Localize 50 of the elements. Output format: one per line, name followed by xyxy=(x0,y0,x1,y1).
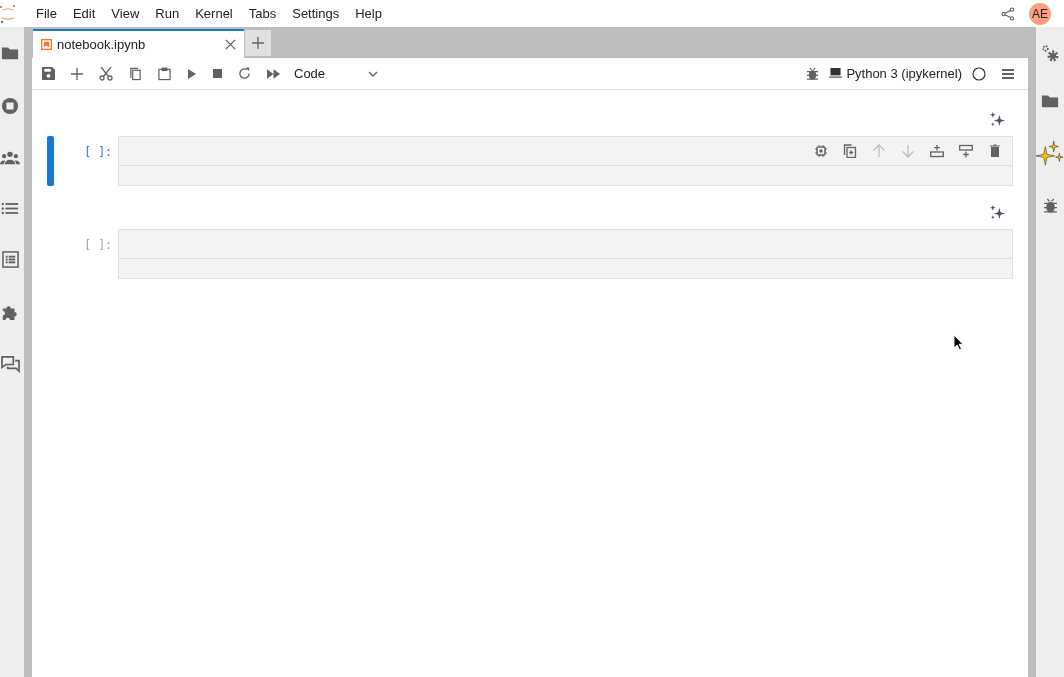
copy-icon[interactable] xyxy=(129,66,142,81)
cell-type-dropdown[interactable]: Code xyxy=(294,66,378,81)
clipboard-icon[interactable] xyxy=(158,66,171,81)
chat-icon[interactable] xyxy=(0,356,20,373)
notebook-icon xyxy=(41,39,52,50)
menu-item[interactable]: View xyxy=(103,6,148,21)
new-tab-button[interactable] xyxy=(245,30,271,56)
menu-icon[interactable] xyxy=(1002,68,1014,79)
cell-prompt: [ ]: xyxy=(83,237,113,252)
users-icon[interactable] xyxy=(0,150,20,166)
table-of-contents-icon[interactable] xyxy=(1,251,19,268)
menu-item[interactable]: Help xyxy=(347,6,390,21)
menu-item[interactable]: Run xyxy=(147,6,188,21)
puzzle-icon[interactable] xyxy=(1,303,19,321)
bug-icon[interactable] xyxy=(806,67,820,80)
share-icon[interactable] xyxy=(1001,6,1015,21)
menu-item[interactable]: Tabs xyxy=(240,6,285,21)
menu-item[interactable]: Edit xyxy=(64,6,104,21)
run-icon[interactable] xyxy=(187,68,197,79)
user-avatar[interactable]: AE xyxy=(1029,2,1051,25)
chip-icon[interactable] xyxy=(814,144,828,158)
cell-prompt: [ ]: xyxy=(83,144,113,159)
sparkle-icon[interactable] xyxy=(990,205,1005,220)
kernel-name[interactable]: Python 3 (ipykernel) xyxy=(829,66,962,81)
close-icon[interactable] xyxy=(225,39,236,50)
menu-item[interactable]: Kernel xyxy=(187,6,241,21)
gears-icon[interactable] xyxy=(1041,44,1059,62)
kernel-status-icon xyxy=(972,66,986,81)
save-icon[interactable] xyxy=(42,67,55,80)
notebook-tab[interactable]: notebook.ipynb xyxy=(33,29,244,58)
bug-icon[interactable] xyxy=(1042,198,1058,213)
duplicate-icon[interactable] xyxy=(843,144,857,158)
stop-circle-icon[interactable] xyxy=(1,97,19,115)
menu-item[interactable]: Settings xyxy=(284,6,348,21)
laptop-icon xyxy=(829,68,843,79)
sparkle-icon[interactable] xyxy=(990,112,1005,127)
insert-below-icon[interactable] xyxy=(959,144,973,158)
plus-icon xyxy=(252,37,264,49)
delete-icon[interactable] xyxy=(988,144,1002,158)
fast-forward-icon[interactable] xyxy=(267,68,280,79)
sparkles-icon[interactable] xyxy=(1036,140,1064,168)
insert-above-icon[interactable] xyxy=(930,144,944,158)
plus-icon[interactable] xyxy=(71,67,83,80)
caret-icon xyxy=(368,70,378,77)
logo-icon xyxy=(0,3,18,24)
restart-icon[interactable] xyxy=(238,67,251,80)
list-icon[interactable] xyxy=(1,201,19,216)
mouse-pointer-icon xyxy=(953,334,964,351)
menu-item[interactable]: File xyxy=(28,6,65,21)
scissors-icon[interactable] xyxy=(99,66,113,81)
